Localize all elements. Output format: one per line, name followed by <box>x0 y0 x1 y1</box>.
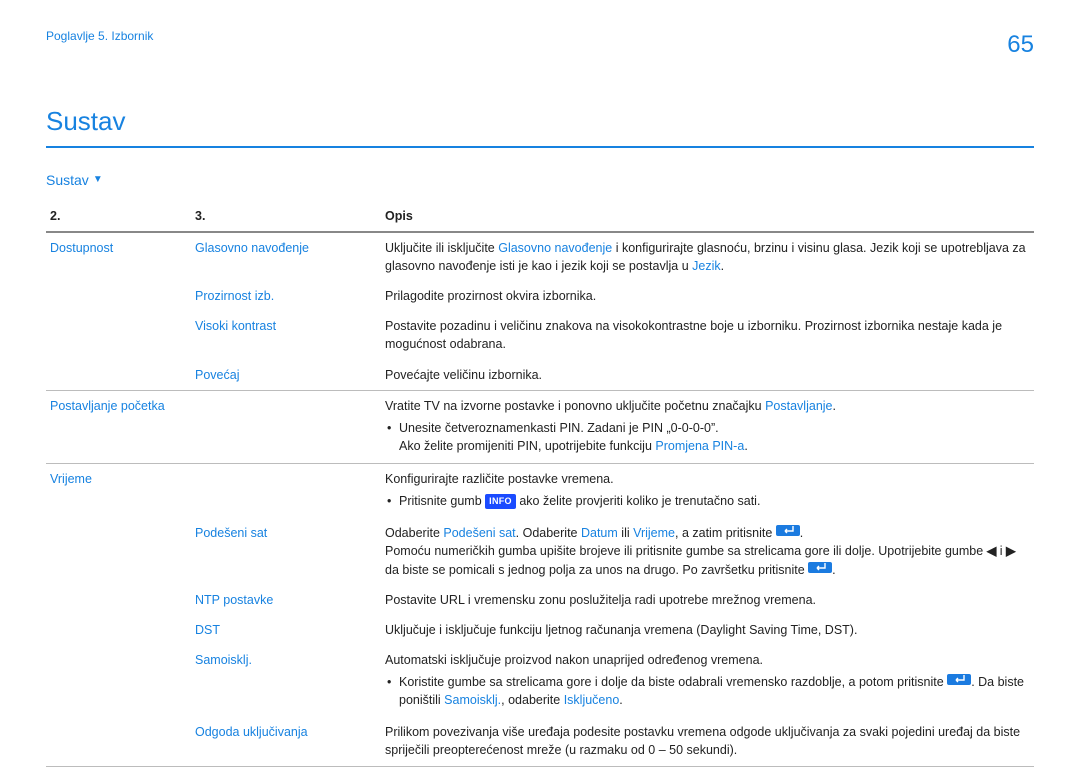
link-text: Samoisklj. <box>444 693 501 707</box>
text: Automatski isključuje proizvod nakon una… <box>385 653 763 667</box>
table-row: Podešeni sat Odaberite Podešeni sat. Oda… <box>46 518 1034 584</box>
cell-level3: Podešeni sat <box>191 518 381 584</box>
list-item: Koristite gumbe sa strelicama gore i dol… <box>385 673 1030 709</box>
title-rule <box>46 146 1034 148</box>
bullet-list: Unesite četveroznamenkasti PIN. Zadani j… <box>385 419 1030 455</box>
cell-level3: Visoki kontrast <box>191 311 381 359</box>
section-subhead: Sustav ▼ <box>46 170 1034 190</box>
text: , a zatim pritisnite <box>675 526 776 540</box>
text: da biste se pomicali s jednog polja za u… <box>385 563 808 577</box>
text: Konfigurirajte različite postavke vremen… <box>385 472 614 486</box>
enter-key-icon <box>776 525 800 536</box>
text: Ako želite promijeniti PIN, upotrijebite… <box>399 439 655 453</box>
text: Uključite ili isključite <box>385 241 498 255</box>
subhead-label: Sustav <box>46 170 89 190</box>
cell-level3: Povećaj <box>191 360 381 391</box>
cell-level3: NTP postavke <box>191 585 381 615</box>
link-text: Podešeni sat <box>443 526 515 540</box>
text: . <box>721 259 724 273</box>
settings-table: 2. 3. Opis Dostupnost Glasovno navođenje… <box>46 201 1034 767</box>
cell-level3: DST <box>191 615 381 645</box>
table-row: Visoki kontrast Postavite pozadinu i vel… <box>46 311 1034 359</box>
page-number: 65 <box>1007 28 1034 63</box>
text: . <box>744 439 747 453</box>
cell-desc: Uključuje i isključuje funkciju ljetnog … <box>381 615 1034 645</box>
text: Vratite TV na izvorne postavke i ponovno… <box>385 399 765 413</box>
text: . <box>800 526 803 540</box>
cell-desc: Konfigurirajte različite postavke vremen… <box>381 464 1034 519</box>
title-block: Sustav <box>46 103 1034 149</box>
text: . <box>832 563 835 577</box>
table-row: DST Uključuje i isključuje funkciju ljet… <box>46 615 1034 645</box>
chapter-label: Poglavlje 5. Izbornik <box>46 28 153 45</box>
link-text: Jezik <box>692 259 720 273</box>
table-row: NTP postavke Postavite URL i vremensku z… <box>46 585 1034 615</box>
cell-level3: Glasovno navođenje <box>191 232 381 281</box>
enter-key-icon <box>808 562 832 573</box>
page-title: Sustav <box>46 103 1034 141</box>
cell-level3: Odgoda uključivanja <box>191 717 381 766</box>
table-row: Samoisklj. Automatski isključuje proizvo… <box>46 645 1034 717</box>
cell-desc: Prilikom povezivanja više uređaja podesi… <box>381 717 1034 766</box>
text: , odaberite <box>501 693 564 707</box>
list-item: Pritisnite gumb INFO ako želite provjeri… <box>385 492 1030 510</box>
cell-desc: Uključite ili isključite Glasovno navođe… <box>381 232 1034 281</box>
link-text: Promjena PIN-a <box>655 439 744 453</box>
table-header-row: 2. 3. Opis <box>46 201 1034 232</box>
text: . <box>619 693 622 707</box>
table-row: Povećaj Povećajte veličinu izbornika. <box>46 360 1034 391</box>
cell-desc: Vratite TV na izvorne postavke i ponovno… <box>381 390 1034 463</box>
text: Unesite četveroznamenkasti PIN. Zadani j… <box>399 421 719 435</box>
cell-desc: Odaberite Podešeni sat. Odaberite Datum … <box>381 518 1034 584</box>
text: ili <box>618 526 633 540</box>
cell-desc: Postavite URL i vremensku zonu poslužite… <box>381 585 1034 615</box>
cell-level2: Vrijeme <box>46 464 191 519</box>
bullet-list: Koristite gumbe sa strelicama gore i dol… <box>385 673 1030 709</box>
text: Odaberite <box>385 526 443 540</box>
col-2: 2. <box>46 201 191 232</box>
enter-key-icon <box>947 674 971 685</box>
page-header: Poglavlje 5. Izbornik 65 <box>46 28 1034 63</box>
link-text: Datum <box>581 526 618 540</box>
info-badge-icon: INFO <box>485 494 516 509</box>
cell-desc: Automatski isključuje proizvod nakon una… <box>381 645 1034 717</box>
table-row: Dostupnost Glasovno navođenje Uključite … <box>46 232 1034 281</box>
cell-desc: Povećajte veličinu izbornika. <box>381 360 1034 391</box>
chevron-down-icon: ▼ <box>93 173 103 188</box>
list-item: Unesite četveroznamenkasti PIN. Zadani j… <box>385 419 1030 455</box>
text: Koristite gumbe sa strelicama gore i dol… <box>399 675 947 689</box>
text: Pritisnite gumb <box>399 494 485 508</box>
col-3: 3. <box>191 201 381 232</box>
table-row: Postavljanje početka Vratite TV na izvor… <box>46 390 1034 463</box>
text: . Odaberite <box>516 526 581 540</box>
text: i <box>996 544 1006 558</box>
link-text: Postavljanje <box>765 399 832 413</box>
bullet-list: Pritisnite gumb INFO ako želite provjeri… <box>385 492 1030 510</box>
cell-desc: Postavite pozadinu i veličinu znakova na… <box>381 311 1034 359</box>
link-text: Vrijeme <box>633 526 675 540</box>
arrow-right-icon: ▶ <box>1006 544 1016 558</box>
text: ako želite provjeriti koliko je trenutač… <box>516 494 761 508</box>
table-row: Prozirnost izb. Prilagodite prozirnost o… <box>46 281 1034 311</box>
link-text: Glasovno navođenje <box>498 241 612 255</box>
link-text: Isključeno <box>564 693 620 707</box>
cell-level3: Samoisklj. <box>191 645 381 717</box>
text: . <box>833 399 836 413</box>
arrow-left-icon: ◀ <box>987 544 997 558</box>
table-row: Odgoda uključivanja Prilikom povezivanja… <box>46 717 1034 766</box>
table-row: Vrijeme Konfigurirajte različite postavk… <box>46 464 1034 519</box>
text: Pomoću numeričkih gumba upišite brojeve … <box>385 544 987 558</box>
col-desc: Opis <box>381 201 1034 232</box>
cell-desc: Prilagodite prozirnost okvira izbornika. <box>381 281 1034 311</box>
cell-level2: Postavljanje početka <box>46 390 191 463</box>
cell-level3: Prozirnost izb. <box>191 281 381 311</box>
cell-level2: Dostupnost <box>46 232 191 281</box>
